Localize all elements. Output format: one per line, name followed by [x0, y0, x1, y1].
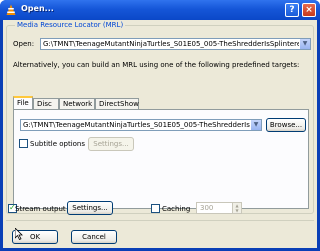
stream-settings-button[interactable]: Settings... — [67, 201, 113, 215]
chevron-down-icon[interactable]: ▼ — [250, 120, 261, 130]
file-tab-panel: G:\TMNT\TeenageMutantNinjaTurtles_S01E05… — [13, 109, 309, 209]
caching-checkbox[interactable] — [151, 204, 160, 213]
hint-text: Alternatively, you can build an MRL usin… — [13, 61, 300, 69]
title-bar[interactable]: Open... ? × — [0, 0, 320, 20]
tab-network[interactable]: Network — [59, 98, 95, 109]
file-path-combo[interactable]: G:\TMNT\TeenageMutantNinjaTurtles_S01E05… — [20, 119, 262, 131]
subtitle-options-label: Subtitle options — [30, 140, 86, 148]
dialog-body: Media Resource Locator (MRL) Open: G:\TM… — [3, 20, 317, 248]
vlc-cone-icon — [6, 4, 16, 15]
window-title: Open... — [21, 4, 54, 13]
stream-output-label: Stream output — [15, 205, 66, 213]
open-dialog-window: Open... ? × Media Resource Locator (MRL)… — [0, 0, 320, 251]
spin-down-icon[interactable]: ▼ — [232, 208, 241, 213]
tab-directshow[interactable]: DirectShow — [95, 98, 139, 109]
mouse-pointer-icon — [15, 228, 23, 240]
caching-value: 300 — [200, 204, 214, 212]
help-button[interactable]: ? — [285, 3, 299, 17]
subtitle-settings-button[interactable]: Settings... — [88, 137, 134, 151]
open-mrl-combo[interactable]: G:\TMNT\TeenageMutantNinjaTurtles_S01E05… — [40, 38, 311, 50]
tab-file[interactable]: File — [13, 96, 33, 109]
subtitle-options-checkbox[interactable] — [19, 139, 28, 148]
separator — [6, 220, 314, 221]
close-button[interactable]: × — [302, 3, 316, 17]
open-mrl-value: G:\TMNT\TeenageMutantNinjaTurtles_S01E05… — [43, 40, 311, 48]
caching-label: Caching — [162, 205, 191, 213]
file-path-value: G:\TMNT\TeenageMutantNinjaTurtles_S01E05… — [23, 121, 261, 129]
tab-disc[interactable]: Disc — [33, 98, 59, 109]
mrl-group: Media Resource Locator (MRL) Open: G:\TM… — [6, 21, 314, 214]
cancel-button[interactable]: Cancel — [71, 230, 117, 244]
open-label: Open: — [13, 40, 35, 48]
group-title: Media Resource Locator (MRL) — [15, 21, 126, 29]
browse-button[interactable]: Browse... — [266, 118, 306, 132]
chevron-down-icon[interactable]: ▼ — [299, 39, 310, 49]
caching-spinbox[interactable]: 300 ▲ ▼ — [196, 202, 242, 214]
